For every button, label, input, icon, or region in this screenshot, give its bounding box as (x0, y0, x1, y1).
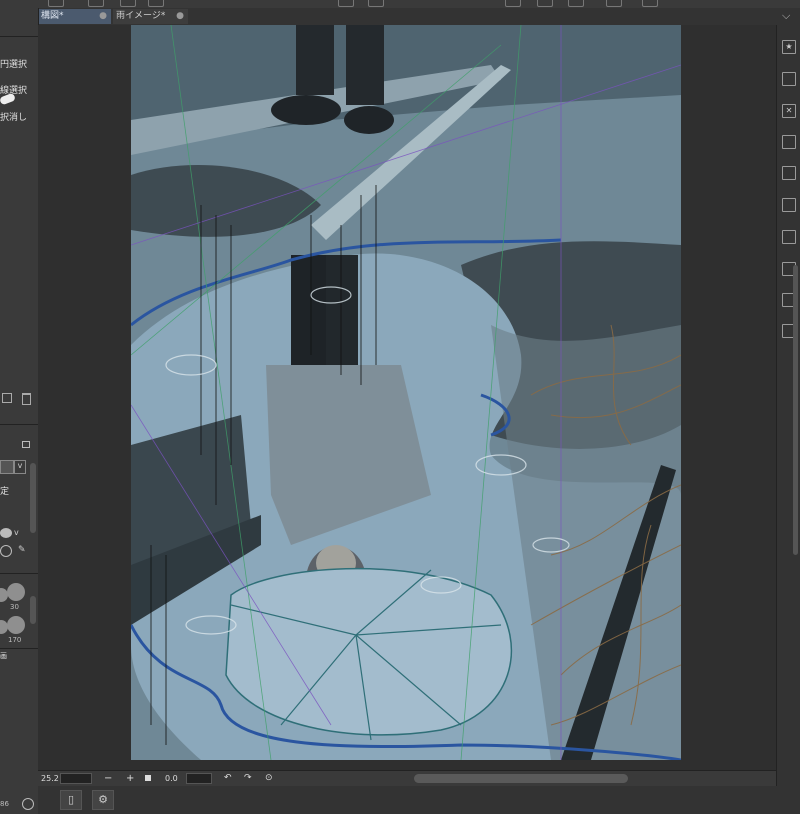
toolbar-icon[interactable] (537, 0, 553, 7)
document-tab-bar: 構図* ● 雨イメージ* ● ⌵ (38, 8, 800, 26)
toolbar-icon[interactable] (642, 0, 658, 7)
toolbar-icon[interactable] (120, 0, 136, 7)
rotation-slider[interactable] (186, 773, 212, 784)
zoom-out-button[interactable]: − (104, 772, 112, 785)
tab-close-icon[interactable]: ● (176, 9, 184, 24)
zoom-value[interactable]: 25.2 (41, 772, 59, 785)
tab-composition[interactable]: 構図* ● (38, 9, 111, 24)
toolbar-icon[interactable] (148, 0, 164, 7)
copy-icon[interactable] (782, 72, 796, 86)
tool-item-deselect[interactable]: 択消し (0, 110, 27, 123)
toolbar-icon[interactable] (568, 0, 584, 7)
tab-close-icon[interactable]: ● (99, 9, 107, 24)
vertical-scrollbar[interactable] (793, 265, 798, 555)
zoom-in-button[interactable]: + (126, 772, 134, 785)
toolbar-icon[interactable] (368, 0, 384, 7)
reset-rotation-icon[interactable]: ⊙ (265, 772, 273, 785)
clock-icon[interactable] (0, 545, 12, 557)
bottom-label: 画 (0, 652, 7, 660)
brush-size-170[interactable] (7, 616, 25, 634)
status-bar: 25.2 − + 0.0 ↶ ↷ ⊙ (38, 770, 776, 787)
rotate-right-icon[interactable]: ↷ (244, 772, 252, 785)
bottom-number: 86 (0, 800, 9, 808)
fit-icon[interactable] (145, 775, 151, 781)
toolbar-icon[interactable] (338, 0, 354, 7)
rotation-value[interactable]: 0.0 (165, 772, 178, 785)
chevron-down-icon[interactable]: v (14, 460, 26, 474)
star-icon[interactable]: ★ (782, 40, 796, 54)
wrench-icon[interactable]: ✎ (18, 545, 28, 555)
copy-icon[interactable] (2, 393, 12, 403)
brush-size-label: 30 (10, 603, 19, 611)
toolbar-icon[interactable] (606, 0, 622, 7)
play-icon[interactable] (22, 798, 34, 810)
horizontal-scrollbar[interactable] (414, 774, 628, 783)
left-tool-panel: 円選択 線選択 択消し v 定 v ✎ 30 170 画 86 (0, 8, 39, 814)
trash-icon[interactable] (22, 393, 31, 405)
toolbar-icon[interactable] (505, 0, 521, 7)
chevron-down-icon[interactable]: ⌵ (782, 8, 794, 23)
lock-icon[interactable] (22, 441, 30, 448)
zoom-slider[interactable] (60, 773, 92, 784)
artwork-canvas[interactable] (131, 25, 681, 760)
toolbar-icon[interactable] (88, 0, 104, 7)
canvas-area[interactable] (38, 25, 776, 770)
brush-size-label: 170 (8, 636, 22, 644)
right-icon-panel: ★ ✕ (776, 25, 800, 814)
list-icon[interactable] (782, 166, 796, 180)
grid-icon[interactable] (782, 135, 796, 149)
toolbar-icon[interactable] (48, 0, 64, 7)
rain-puddle-illustration (131, 25, 681, 760)
brush-size-30[interactable] (7, 583, 25, 601)
navigator-icon[interactable]: ▯ (60, 790, 82, 810)
folder-icon[interactable] (782, 230, 796, 244)
opacity-swatch (0, 528, 12, 538)
bottom-toolbar: ▯ ⚙ (38, 786, 800, 814)
setting-label: 定 (0, 487, 10, 497)
tab-label: 雨イメージ* (116, 11, 166, 21)
tool-item-ellipse-select[interactable]: 円選択 (0, 57, 27, 70)
panel-scrollbar[interactable] (30, 463, 36, 533)
tab-rain-image[interactable]: 雨イメージ* ● (113, 9, 188, 24)
tab-label: 構図* (41, 11, 64, 21)
close-icon[interactable]: ✕ (782, 104, 796, 118)
chevron-down-icon[interactable]: v (14, 528, 24, 538)
layers-icon[interactable] (782, 198, 796, 212)
settings-icon[interactable]: ⚙ (92, 790, 114, 810)
top-toolbar-strip (0, 0, 800, 8)
panel-scrollbar[interactable] (30, 596, 36, 624)
layer-mode-icon[interactable] (0, 460, 14, 474)
rotate-left-icon[interactable]: ↶ (224, 772, 232, 785)
